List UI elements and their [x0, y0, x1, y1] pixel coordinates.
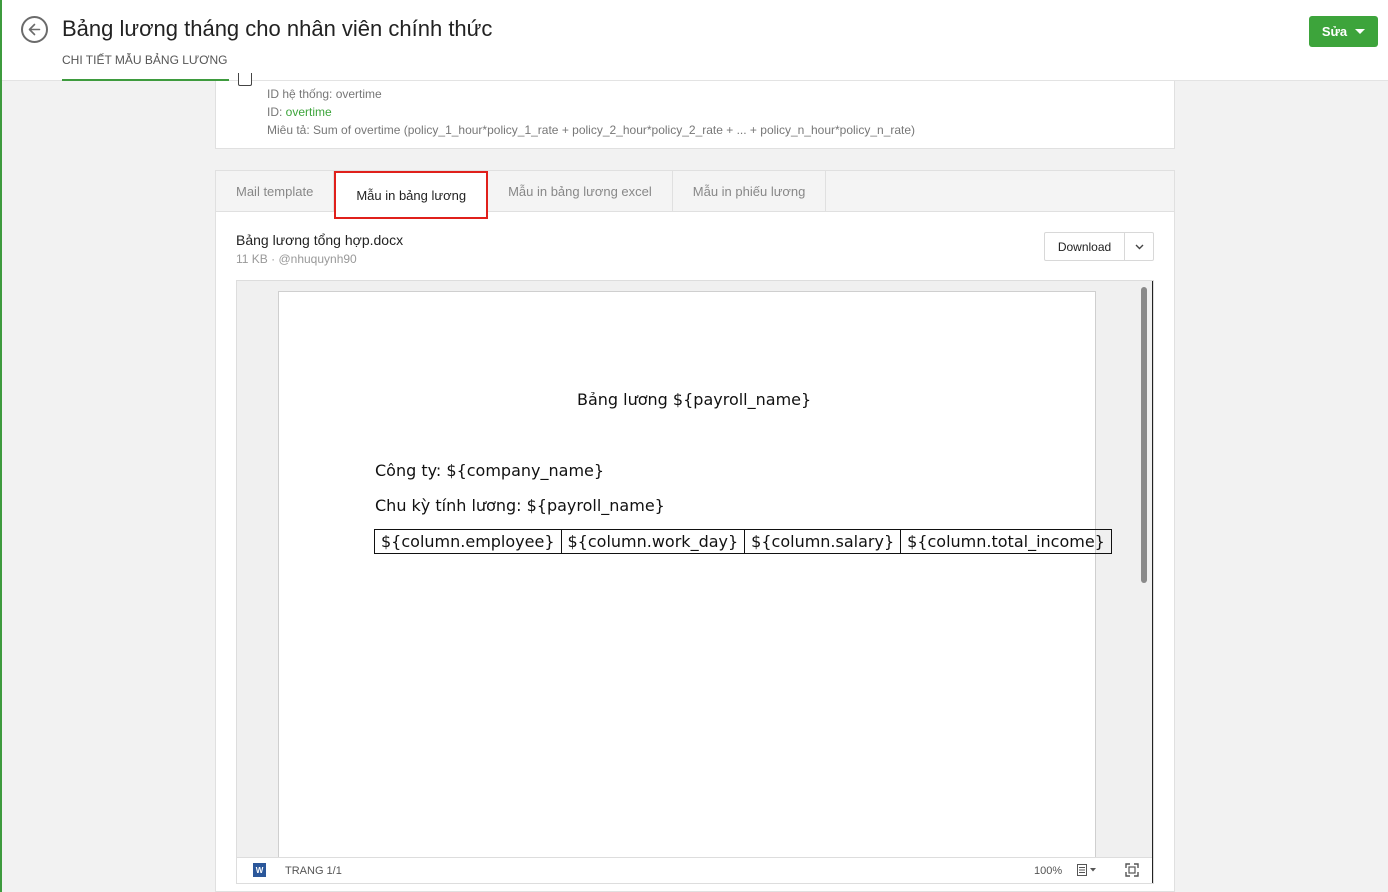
document-period-line: Chu kỳ tính lương: ${payroll_name} [375, 496, 665, 515]
download-button[interactable]: Download [1045, 233, 1125, 260]
tab-mail-template[interactable]: Mail template [216, 171, 335, 212]
view-mode-button[interactable] [1077, 862, 1101, 878]
checkbox[interactable] [238, 73, 252, 86]
id-value: overtime [285, 105, 332, 119]
document-title: Bảng lương ${payroll_name} [577, 390, 812, 409]
id-label: ID: [267, 105, 286, 119]
table-cell: ${column.salary} [744, 529, 902, 554]
viewer-right-border [1152, 281, 1153, 883]
back-button[interactable] [21, 16, 48, 43]
table-cell: ${column.total_income} [900, 529, 1112, 554]
file-name: Bảng lương tổng hợp.docx [236, 232, 404, 248]
template-tabs: Mail template Mẫu in bảng lương Mẫu in b… [216, 171, 1174, 219]
word-icon: W [253, 863, 266, 877]
chevron-down-icon [1355, 29, 1366, 34]
page-header: Bảng lương tháng cho nhân viên chính thứ… [2, 0, 1388, 81]
id-text: ID: overtime [267, 105, 332, 119]
download-options-button[interactable] [1125, 233, 1153, 260]
description-text: Miêu tả: Sum of overtime (policy_1_hour*… [267, 123, 916, 137]
download-button-group: Download [1044, 232, 1154, 261]
vertical-scrollbar[interactable] [1141, 287, 1147, 583]
chevron-down-icon [1135, 244, 1143, 249]
fullscreen-icon[interactable] [1124, 862, 1140, 878]
template-panel: Mail template Mẫu in bảng lương Mẫu in b… [215, 170, 1175, 892]
edit-button-label: Sửa [1321, 24, 1348, 39]
document-page: Bảng lương ${payroll_name} Công ty: ${co… [278, 291, 1112, 883]
table-cell: ${column.employee} [374, 529, 562, 554]
table-row: ${column.employee} ${column.work_day} ${… [374, 529, 1112, 554]
table-cell: ${column.work_day} [560, 529, 746, 554]
variable-info-card: ID hệ thống: overtime ID: overtime Miêu … [215, 73, 1175, 149]
tab-payroll-excel-template[interactable]: Mẫu in bảng lương excel [488, 171, 673, 212]
viewer-status-bar: W TRANG 1/1 100% [237, 857, 1152, 883]
tab-payroll-print-template[interactable]: Mẫu in bảng lương [334, 171, 489, 219]
document-company-line: Công ty: ${company_name} [375, 461, 605, 480]
document-table: ${column.employee} ${column.work_day} ${… [374, 529, 1112, 554]
subnav-tab-detail[interactable]: CHI TIẾT MẪU BẢNG LƯƠNG [62, 53, 230, 81]
page-title: Bảng lương tháng cho nhân viên chính thứ… [62, 16, 493, 41]
system-id-text: ID hệ thống: overtime [267, 87, 382, 101]
arrow-left-icon [28, 23, 41, 36]
page-indicator: TRANG 1/1 [285, 865, 342, 877]
document-viewer[interactable]: Bảng lương ${payroll_name} Công ty: ${co… [236, 280, 1154, 884]
file-meta: 11 KB · @nhuquynh90 [236, 252, 357, 266]
page-view-icon [1077, 864, 1087, 876]
caret-down-icon [1090, 868, 1096, 872]
zoom-level[interactable]: 100% [1034, 865, 1062, 877]
tab-payslip-template[interactable]: Mẫu in phiếu lương [673, 171, 827, 212]
left-accent-bar [0, 0, 2, 892]
edit-button[interactable]: Sửa [1309, 16, 1378, 47]
